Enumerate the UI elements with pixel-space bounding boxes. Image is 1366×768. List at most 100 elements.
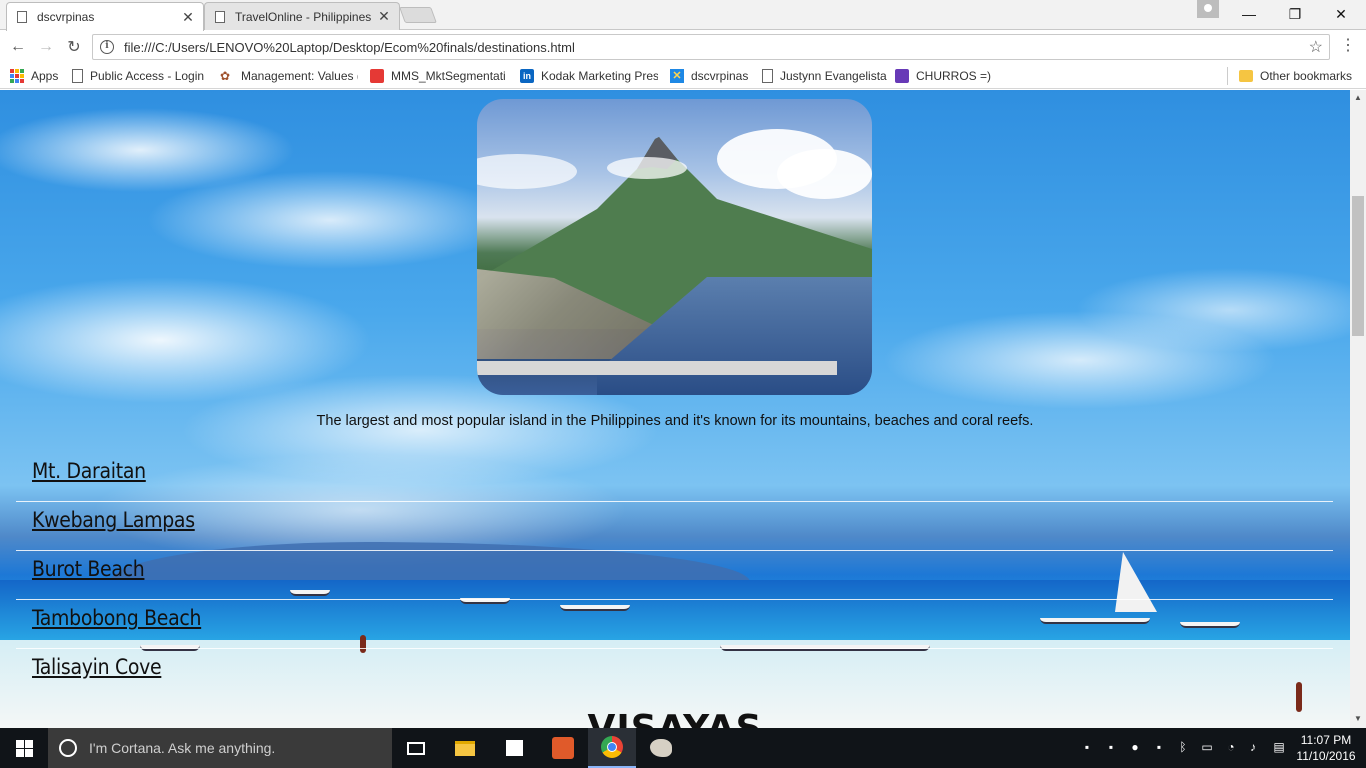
windows-logo-icon — [15, 739, 33, 757]
close-icon[interactable]: ✕ — [181, 9, 195, 26]
tray-app-icon[interactable]: ▪ — [1104, 740, 1118, 754]
new-tab-button[interactable] — [399, 7, 437, 23]
file-explorer-button[interactable] — [441, 728, 489, 768]
bookmark-label: Public Access - Login — [90, 69, 205, 83]
scrollbar[interactable] — [1350, 90, 1366, 728]
bookmarks-bar: Apps Public Access - Login ✿ Management:… — [0, 63, 1366, 89]
bookmark-public-access[interactable]: Public Access - Login — [72, 67, 206, 85]
list-item: Kwebang Lampas — [16, 502, 1333, 551]
destination-link-mt-daraitan[interactable]: Mt. Daraitan — [32, 459, 146, 483]
clock-time: 11:07 PM — [1300, 733, 1352, 747]
user-profile-icon[interactable] — [1197, 0, 1219, 18]
bookmark-label: Justynn Evangelista — [780, 69, 887, 83]
forward-arrow-icon[interactable]: → — [35, 36, 57, 58]
destination-link-tambobong-beach[interactable]: Tambobong Beach — [32, 606, 201, 630]
chrome-taskbar-button[interactable] — [588, 728, 636, 768]
address-bar[interactable]: i file:///C:/Users/LENOVO%20Laptop/Deskt… — [92, 34, 1330, 60]
tab-title: TravelOnline - Philippines — [235, 9, 372, 24]
bookmark-mms[interactable]: MMS_MktSegmentati — [370, 67, 508, 85]
volume-icon[interactable]: ♪ — [1246, 740, 1260, 754]
browser-toolbar: ← → ↻ i file:///C:/Users/LENOVO%20Laptop… — [0, 31, 1366, 63]
page-icon — [762, 69, 773, 83]
cortana-icon — [59, 739, 77, 757]
tab-dscvrpinas[interactable]: dscvrpinas ✕ — [6, 2, 204, 31]
section-heading-visayas: VISAYAS — [0, 708, 1350, 728]
info-icon[interactable]: i — [100, 40, 114, 54]
tab-title: dscvrpinas — [37, 10, 95, 24]
bookmark-label: Kodak Marketing Pres — [541, 69, 658, 83]
store-icon — [505, 740, 523, 756]
destination-link-talisayin-cove[interactable]: Talisayin Cove — [32, 655, 162, 679]
chrome-menu-icon[interactable]: ⋮ — [1340, 36, 1356, 58]
cloud-image — [777, 149, 872, 199]
bookmark-apps[interactable]: Apps — [10, 67, 58, 85]
bookmark-label: CHURROS =) — [916, 69, 992, 83]
bookmark-dscvrpinas[interactable]: ✕ dscvrpinas — [670, 67, 748, 85]
other-bookmarks[interactable]: Other bookmarks — [1239, 67, 1352, 85]
tray-app-icon[interactable]: ▪ — [1152, 740, 1166, 754]
tab-traveloffline[interactable]: TravelOnline - Philippines ✕ — [204, 2, 400, 30]
bookmark-label: Management: Values ( — [241, 69, 358, 83]
scroll-down-arrow-icon[interactable]: ▼ — [1351, 713, 1365, 725]
mms-icon — [370, 69, 384, 83]
battery-icon[interactable]: ▭ — [1200, 740, 1214, 754]
destination-list: Mt. Daraitan Kwebang Lampas Burot Beach … — [16, 453, 1333, 698]
back-arrow-icon[interactable]: ← — [7, 36, 29, 58]
taskbar-clock[interactable]: 11:07 PM 11/10/2016 — [1296, 732, 1356, 764]
mayon-volcano-image — [477, 99, 872, 395]
apps-grid-icon — [10, 69, 24, 83]
x-logo-icon: ✕ — [670, 69, 684, 83]
music-app-button[interactable] — [539, 728, 587, 768]
chrome-icon — [601, 736, 623, 758]
list-item: Burot Beach — [16, 551, 1333, 600]
list-item: Talisayin Cove — [16, 649, 1333, 698]
forms-icon — [895, 69, 909, 83]
page-viewport: The largest and most popular island in t… — [0, 90, 1350, 728]
bookmark-management[interactable]: ✿ Management: Values ( — [220, 67, 358, 85]
store-button[interactable] — [490, 728, 538, 768]
reload-icon[interactable]: ↻ — [63, 36, 85, 58]
list-item: Mt. Daraitan — [16, 453, 1333, 502]
linkedin-icon: in — [520, 69, 534, 83]
bookmark-star-icon[interactable]: ☆ — [1309, 37, 1323, 57]
cortana-placeholder: I'm Cortana. Ask me anything. — [89, 740, 276, 756]
cortana-search-box[interactable]: I'm Cortana. Ask me anything. — [48, 728, 392, 768]
windows-taskbar: I'm Cortana. Ask me anything. ▪ ▪ ● ▪ ᛒ … — [0, 728, 1366, 768]
minimize-button[interactable]: — — [1226, 0, 1272, 28]
palette-icon — [650, 739, 672, 757]
clock-date: 11/10/2016 — [1296, 749, 1356, 763]
other-bookmarks-label: Other bookmarks — [1260, 69, 1353, 83]
task-view-icon — [407, 741, 425, 755]
bookmark-separator — [1227, 67, 1228, 85]
task-view-button[interactable] — [392, 728, 440, 768]
tab-strip: dscvrpinas ✕ TravelOnline - Philippines … — [0, 0, 1366, 31]
paint-app-button[interactable] — [637, 728, 685, 768]
bluetooth-icon[interactable]: ᛒ — [1176, 740, 1190, 754]
tray-app-icon[interactable]: ● — [1128, 740, 1142, 754]
scrollbar-thumb[interactable] — [1352, 196, 1364, 336]
destination-link-kwebang-lampas[interactable]: Kwebang Lampas — [32, 508, 195, 532]
bookmark-label: MMS_MktSegmentati — [391, 69, 506, 83]
pier-image — [477, 361, 837, 375]
bookmark-kodak[interactable]: in Kodak Marketing Pres — [520, 67, 658, 85]
scroll-up-arrow-icon[interactable]: ▲ — [1351, 92, 1365, 104]
url-text[interactable]: file:///C:/Users/LENOVO%20Laptop/Desktop… — [124, 40, 1309, 55]
page-icon — [72, 69, 83, 83]
tray-app-icon[interactable]: ▪ — [1080, 740, 1094, 754]
list-item: Tambobong Beach — [16, 600, 1333, 649]
action-center-icon[interactable]: ▤ — [1272, 740, 1286, 754]
close-window-button[interactable]: ✕ — [1318, 0, 1364, 28]
bookmark-justynn[interactable]: Justynn Evangelista — [762, 67, 887, 85]
folder-icon — [455, 740, 475, 756]
close-icon[interactable]: ✕ — [377, 8, 391, 25]
bookmark-label: Apps — [31, 69, 59, 83]
bookmark-churros[interactable]: CHURROS =) — [895, 67, 991, 85]
start-button[interactable] — [0, 728, 48, 768]
management-icon: ✿ — [220, 69, 231, 83]
page-icon — [17, 11, 27, 23]
destination-link-burot-beach[interactable]: Burot Beach — [32, 557, 145, 581]
bookmark-label: dscvrpinas — [691, 69, 749, 83]
folder-icon — [1239, 70, 1253, 82]
restore-button[interactable]: ❐ — [1272, 0, 1318, 28]
wifi-icon[interactable]: ◔ — [1224, 740, 1238, 754]
